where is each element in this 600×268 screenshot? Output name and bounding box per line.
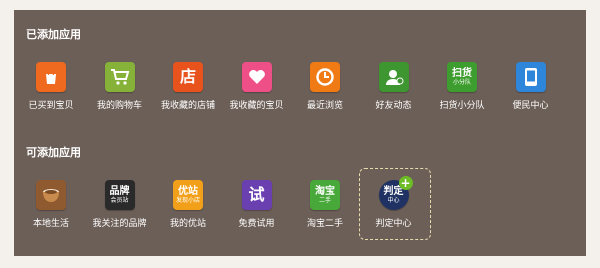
addable-app-4[interactable]: 试免费试用 [224, 180, 290, 229]
friend-icon [378, 62, 409, 92]
addable-apps-row: 本地生活 品牌 会员站 我关注的品牌 优站 发现小店 我的优站试免费试用 淘宝 二手 淘宝二手 判定… [18, 168, 586, 240]
app-label: 淘宝二手 [306, 219, 343, 229]
trial-icon: 试 [241, 180, 272, 210]
shopping-cart-icon [104, 62, 135, 92]
icon-tile-text: 店 [179, 67, 196, 86]
icon-tile-subtext: 小分队 [452, 78, 471, 86]
app-label: 最近浏览 [306, 101, 343, 111]
app-label: 扫货小分队 [439, 101, 485, 111]
clock-icon [310, 62, 340, 92]
addable-app-2[interactable]: 品牌 会员站我关注的品牌 [87, 180, 153, 229]
icon-tile-text: 优站 [178, 185, 198, 197]
icon-tile-text: 品牌 [109, 185, 130, 197]
icon-tile-text: 淘宝 [315, 185, 335, 197]
icon-tile-text: 试 [248, 185, 265, 204]
coffee-cup-icon [36, 180, 66, 210]
judgement-icon: 判定 中心 + [378, 176, 413, 210]
app-label: 好友动态 [375, 101, 412, 111]
addable-apps-title: 可添加应用 [26, 146, 81, 159]
icon-tile-subtext: 会员站 [110, 196, 129, 204]
icon-tile-subtext: 发现小店 [175, 196, 200, 204]
app-label: 免费试用 [238, 219, 275, 229]
added-app-1[interactable]: 已买到宝贝 [18, 62, 84, 111]
added-apps-row: 已买到宝贝 我的购物车店我收藏的店铺 我收藏的宝贝 最近浏览 好友动态 扫货 小分队 扫货小分… [18, 62, 586, 122]
icon-tile-text: 扫货 [452, 67, 472, 79]
apps-panel: 已添加应用 已买到宝贝 我的购物车店我收藏的店铺 我收藏的宝贝 最近浏览 好友动态 扫货小… [14, 10, 586, 256]
added-apps-title: 已添加应用 [26, 28, 81, 41]
app-label: 我的购物车 [96, 101, 142, 111]
icon-tile-subtext: 二手 [318, 196, 331, 204]
shopping-team-icon: 扫货 小分队 [447, 62, 477, 92]
addable-app-6[interactable]: 判定 中心 + 判定中心 [358, 168, 431, 240]
store-icon: 店 [173, 62, 203, 92]
app-label: 本地生活 [32, 219, 69, 229]
app-label: 我收藏的宝贝 [229, 101, 284, 111]
heart-icon [241, 62, 272, 92]
add-badge-icon[interactable]: + [398, 176, 413, 190]
addable-app-3[interactable]: 优站 发现小店我的优站 [155, 180, 221, 229]
app-label: 我的优站 [169, 219, 206, 229]
secondhand-icon: 淘宝 二手 [310, 180, 340, 210]
icon-tile-subtext: 中心 [387, 196, 400, 204]
added-app-3[interactable]: 店我收藏的店铺 [155, 62, 221, 111]
shopping-bag-icon [36, 62, 66, 92]
added-app-5[interactable]: 最近浏览 [292, 62, 358, 111]
app-label: 便民中心 [512, 101, 549, 111]
addable-app-1[interactable]: 本地生活 [18, 180, 84, 229]
added-app-8[interactable]: 便民中心 [498, 62, 564, 111]
app-label: 已买到宝贝 [28, 101, 74, 111]
added-app-6[interactable]: 好友动态 [361, 62, 427, 111]
app-label: 我关注的品牌 [92, 219, 147, 229]
youzhan-icon: 优站 发现小店 [173, 180, 203, 210]
added-app-7[interactable]: 扫货 小分队 扫货小分队 [429, 62, 495, 111]
phone-icon [515, 62, 546, 92]
app-label: 我收藏的店铺 [160, 101, 215, 111]
addable-app-5[interactable]: 淘宝 二手 淘宝二手 [292, 180, 358, 229]
added-app-4[interactable]: 我收藏的宝贝 [224, 62, 290, 111]
added-app-2[interactable]: 我的购物车 [87, 62, 153, 111]
brand-icon: 品牌 会员站 [104, 180, 135, 210]
